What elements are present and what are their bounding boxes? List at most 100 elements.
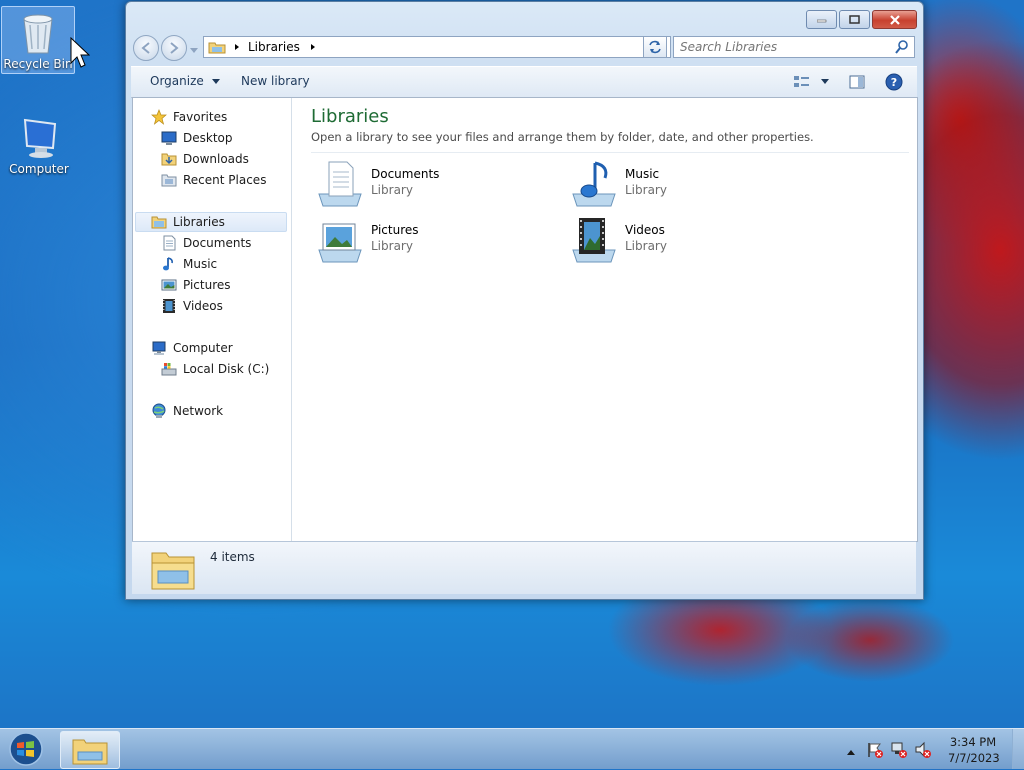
music-library-icon <box>572 161 616 207</box>
nav-favorites[interactable]: Favorites <box>151 107 227 127</box>
library-type: Library <box>371 239 413 253</box>
close-button[interactable] <box>872 10 917 29</box>
new-library-label: New library <box>241 74 310 88</box>
help-icon: ? <box>885 73 903 91</box>
documents-icon <box>163 235 176 251</box>
local-disk-icon <box>161 363 177 376</box>
taskbar-explorer-button[interactable] <box>60 731 120 769</box>
explorer-folder-icon <box>72 739 108 765</box>
library-item-documents[interactable]: Documents Library <box>315 160 555 212</box>
nav-label: Recent Places <box>183 173 267 187</box>
maximize-button[interactable] <box>839 10 870 29</box>
organize-button[interactable]: Organize <box>150 74 220 88</box>
desktop-icon-recycle-bin[interactable]: Recycle Bin <box>1 6 75 74</box>
nav-documents[interactable]: Documents <box>161 233 251 253</box>
action-center-tray-icon[interactable] <box>866 741 884 762</box>
music-note-icon <box>163 257 173 271</box>
library-name: Music <box>625 167 660 181</box>
navigation-pane: Favorites Desktop Downloads Recent Place… <box>133 98 292 541</box>
desktop-icon <box>161 131 177 145</box>
library-type: Library <box>625 183 667 197</box>
nav-label: Libraries <box>173 215 225 229</box>
computer-icon <box>152 341 166 355</box>
address-bar[interactable]: Libraries <box>203 36 671 58</box>
computer-icon <box>19 116 59 160</box>
start-button[interactable] <box>5 731 47 767</box>
chevron-up-icon <box>847 750 855 755</box>
help-button[interactable]: ? <box>885 73 903 94</box>
svg-text:?: ? <box>891 76 897 89</box>
back-arrow-icon <box>141 42 150 54</box>
minimize-button[interactable] <box>806 10 837 29</box>
desktop-icon-computer[interactable]: Computer <box>3 112 75 178</box>
explorer-window: Libraries Organize New library ? <box>125 1 924 600</box>
nav-pictures[interactable]: Pictures <box>161 275 231 295</box>
desktop-icon-label: Recycle Bin <box>3 57 73 71</box>
desktop-icon-label: Computer <box>9 162 69 176</box>
windows-orb-icon <box>9 732 43 766</box>
show-desktop-button[interactable] <box>1012 729 1024 769</box>
network-icon <box>152 403 166 418</box>
nav-label: Desktop <box>183 131 233 145</box>
nav-label: Documents <box>183 236 252 250</box>
pictures-library-icon <box>318 223 362 263</box>
nav-libraries[interactable]: Libraries <box>135 212 287 232</box>
nav-label: Favorites <box>173 110 228 124</box>
library-item-videos[interactable]: Videos Library <box>569 216 809 268</box>
library-item-pictures[interactable]: Pictures Library <box>315 216 555 268</box>
nav-network[interactable]: Network <box>151 401 223 421</box>
mouse-cursor <box>70 36 91 72</box>
nav-label: Downloads <box>183 152 249 166</box>
breadcrumb-separator-icon[interactable] <box>232 42 242 52</box>
details-pane: 4 items <box>132 541 916 594</box>
forward-button[interactable] <box>161 35 187 61</box>
search-input[interactable] <box>674 39 894 55</box>
chevron-down-icon <box>821 79 829 84</box>
network-tray-icon[interactable] <box>890 741 908 762</box>
nav-desktop[interactable]: Desktop <box>161 128 233 148</box>
downloads-folder-icon <box>161 153 177 166</box>
nav-videos[interactable]: Videos <box>161 296 223 316</box>
nav-local-disk[interactable]: Local Disk (C:) <box>161 359 269 379</box>
preview-pane-button[interactable] <box>849 74 865 93</box>
breadcrumb-libraries[interactable]: Libraries <box>248 40 300 54</box>
clock-date: 7/7/2023 <box>948 751 1000 765</box>
recycle-bin-icon <box>18 11 58 55</box>
libraries-folder-icon <box>151 216 167 229</box>
search-box[interactable] <box>673 36 915 58</box>
nav-label: Local Disk (C:) <box>183 362 270 376</box>
navigation-bar: Libraries <box>133 34 915 61</box>
taskbar: 3:34 PM 7/7/2023 <box>0 728 1024 769</box>
chevron-down-icon <box>211 79 220 84</box>
library-item-music[interactable]: Music Library <box>569 160 809 212</box>
nav-label: Videos <box>183 299 223 313</box>
library-name: Pictures <box>371 223 419 237</box>
show-hidden-icons-button[interactable] <box>846 745 856 759</box>
search-icon[interactable] <box>894 39 910 55</box>
videos-icon <box>163 299 175 313</box>
nav-computer[interactable]: Computer <box>151 338 233 358</box>
back-button[interactable] <box>133 35 159 61</box>
maximize-icon <box>849 15 860 24</box>
recent-pages-chevron-icon[interactable] <box>190 43 198 57</box>
library-type: Library <box>371 183 413 197</box>
flag-alert-icon <box>868 743 883 758</box>
page-title: Libraries <box>311 106 389 127</box>
nav-music[interactable]: Music <box>161 254 217 274</box>
refresh-button[interactable] <box>643 36 667 58</box>
network-disconnected-icon <box>891 742 907 758</box>
organize-label: Organize <box>150 74 204 88</box>
libraries-folder-icon <box>151 552 195 590</box>
library-type: Library <box>625 239 667 253</box>
volume-tray-icon[interactable] <box>914 741 932 762</box>
library-name: Videos <box>625 223 665 237</box>
preview-pane-icon <box>849 75 865 89</box>
change-view-button[interactable] <box>793 74 829 90</box>
breadcrumb-separator-icon[interactable] <box>308 42 318 52</box>
nav-recent-places[interactable]: Recent Places <box>161 170 266 190</box>
new-library-button[interactable]: New library <box>241 74 310 88</box>
nav-downloads[interactable]: Downloads <box>161 149 249 169</box>
view-options-icon <box>794 76 809 87</box>
nav-label: Music <box>183 257 218 271</box>
clock[interactable]: 3:34 PM 7/7/2023 <box>948 734 1000 766</box>
